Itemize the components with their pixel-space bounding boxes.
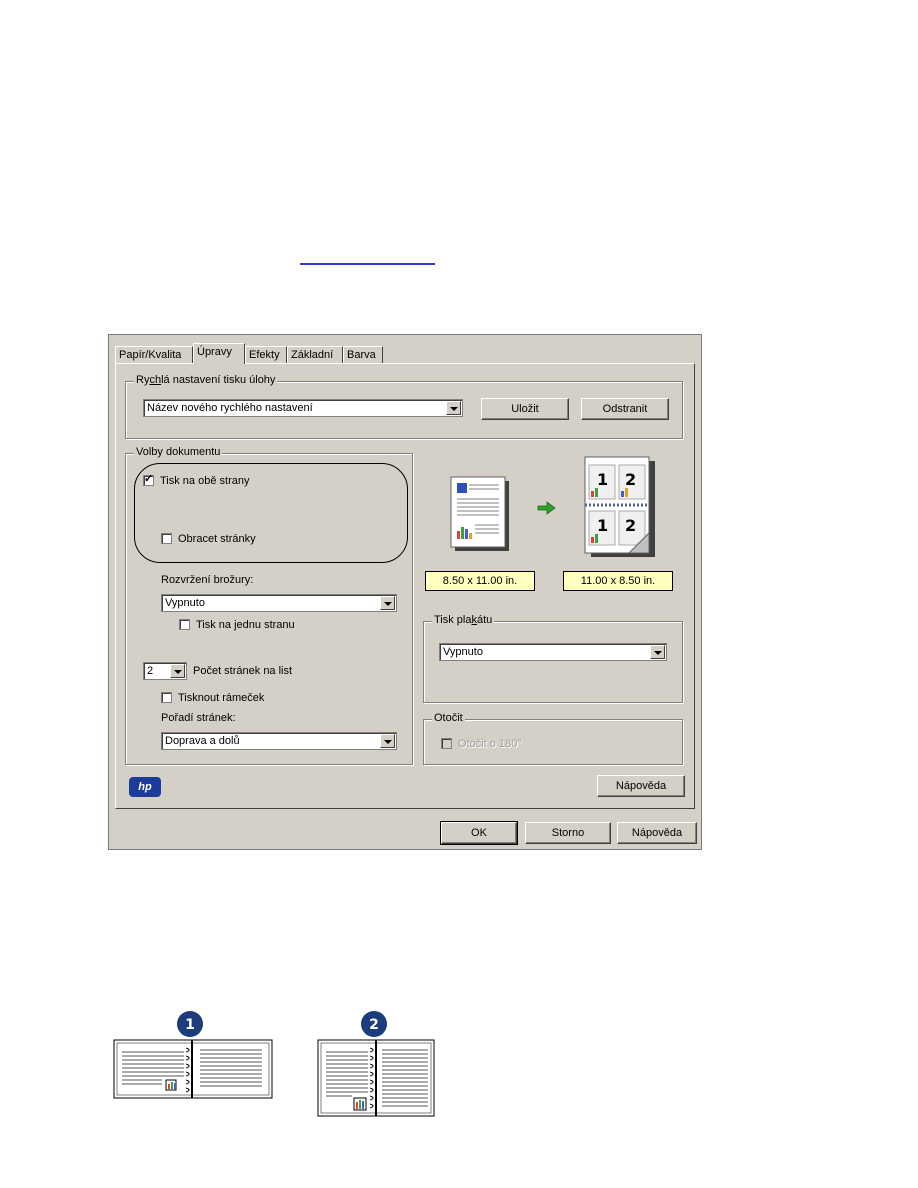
- tab-finishing[interactable]: Úpravy: [193, 343, 245, 364]
- one-side-checkbox[interactable]: Tisk na jednu stranu: [179, 619, 295, 631]
- duplex-label: Tisk na obě strany: [160, 475, 250, 487]
- chevron-down-icon[interactable]: [380, 596, 395, 610]
- chevron-down-icon[interactable]: [650, 645, 665, 659]
- checkbox-checked-icon[interactable]: [143, 472, 154, 486]
- print-border-label: Tisknout rámeček: [178, 692, 265, 704]
- printer-properties-dialog: Papír/Kvalita Úpravy Efekty Základní Bar…: [108, 334, 702, 850]
- booklet-illustration-2: 2: [316, 1010, 438, 1122]
- page-order-combo[interactable]: Doprava a dolů: [161, 732, 397, 750]
- booklet-illustration-1: 1: [112, 1010, 278, 1104]
- checkbox-icon[interactable]: [161, 533, 172, 544]
- tab-basics[interactable]: Základní: [287, 346, 343, 363]
- hyperlink[interactable]: [300, 263, 435, 265]
- poster-title: Tisk plakátu: [432, 614, 495, 626]
- quick-settings-combo[interactable]: Název nového rychlého nastavení: [143, 399, 463, 417]
- quick-settings-value: Název nového rychlého nastavení: [147, 402, 313, 414]
- save-button[interactable]: Uložit: [481, 398, 569, 420]
- chevron-down-icon[interactable]: [170, 664, 185, 678]
- size-to-label: 11.00 x 8.50 in.: [563, 571, 673, 591]
- page-order-value: Doprava a dolů: [165, 735, 240, 747]
- pages-per-sheet-combo[interactable]: 2: [143, 662, 187, 680]
- checkbox-icon[interactable]: [161, 692, 172, 703]
- duplex-checkbox[interactable]: Tisk na obě strany: [143, 472, 250, 487]
- checkbox-icon[interactable]: [179, 619, 190, 630]
- pages-per-sheet-label: Počet stránek na list: [193, 665, 293, 677]
- svg-text:2: 2: [625, 516, 636, 535]
- help-button[interactable]: Nápověda: [597, 775, 685, 797]
- tab-color[interactable]: Barva: [343, 346, 383, 363]
- quick-settings-title: Rychlá nastavení tisku úlohy: [134, 374, 278, 386]
- booklet-left-binding-icon: 1: [113, 1011, 273, 1099]
- hp-logo: hp: [129, 777, 161, 797]
- pages-per-sheet-value: 2: [147, 665, 154, 677]
- booklet-right-binding-icon: 2: [317, 1011, 435, 1117]
- delete-button[interactable]: Odstranit: [581, 398, 669, 420]
- chevron-down-icon[interactable]: [446, 401, 461, 415]
- checkbox-icon[interactable]: [441, 738, 452, 749]
- cancel-button[interactable]: Storno: [525, 822, 611, 844]
- one-side-label: Tisk na jednu stranu: [196, 619, 295, 631]
- tab-effects[interactable]: Efekty: [245, 346, 287, 363]
- help-footer-button[interactable]: Nápověda: [617, 822, 697, 844]
- callout-1: 1: [185, 1017, 195, 1033]
- size-from-label: 8.50 x 11.00 in.: [425, 571, 535, 591]
- poster-group: Tisk plakátu: [423, 614, 683, 703]
- poster-value: Vypnuto: [443, 646, 483, 658]
- flip-pages-checkbox[interactable]: Obracet stránky: [161, 533, 256, 545]
- page-order-label: Pořadí stránek:: [161, 712, 236, 724]
- svg-text:1: 1: [597, 516, 608, 535]
- svg-text:1: 1: [597, 470, 608, 489]
- document-options-title: Volby dokumentu: [134, 446, 223, 458]
- tab-paper-quality[interactable]: Papír/Kvalita: [115, 346, 193, 363]
- booklet-layout-value: Vypnuto: [165, 597, 205, 609]
- arrow-right-icon: [537, 501, 556, 515]
- flip-pages-label: Obracet stránky: [178, 533, 256, 545]
- callout-2: 2: [369, 1017, 379, 1033]
- rotate-title: Otočit: [432, 712, 465, 724]
- ok-button[interactable]: OK: [440, 821, 518, 845]
- single-page-preview-icon: [450, 476, 509, 551]
- chevron-down-icon[interactable]: [380, 734, 395, 748]
- booklet-layout-combo[interactable]: Vypnuto: [161, 594, 397, 612]
- poster-combo[interactable]: Vypnuto: [439, 643, 667, 661]
- print-border-checkbox[interactable]: Tisknout rámeček: [161, 692, 264, 704]
- svg-text:2: 2: [625, 470, 636, 489]
- booklet-preview-icon: 1 2 1 2: [584, 456, 655, 557]
- booklet-layout-label: Rozvržení brožury:: [161, 574, 254, 586]
- rotate-checkbox[interactable]: Otočit o 180°: [441, 738, 522, 750]
- rotate-label: Otočit o 180°: [458, 738, 522, 750]
